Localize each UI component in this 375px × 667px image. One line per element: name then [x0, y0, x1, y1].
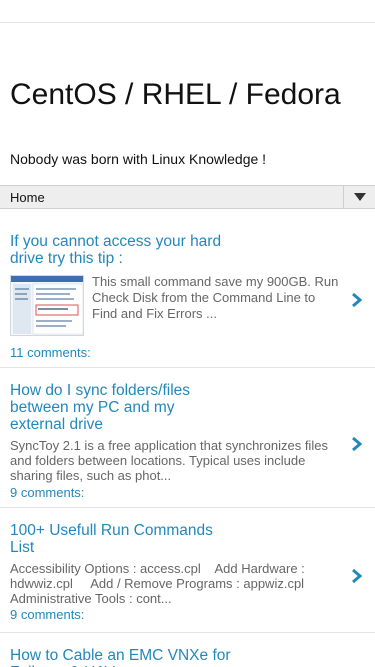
post-comments-link[interactable]: 9 comments:	[10, 485, 84, 500]
post-title-link[interactable]: 100+ Usefull Run Commands List	[10, 522, 230, 556]
nav-bar: Home	[0, 185, 375, 209]
header-divider	[0, 22, 375, 23]
post-title-link[interactable]: How do I sync folders/files between my P…	[10, 382, 210, 433]
screenshot-thumbnail-image	[11, 276, 83, 335]
post-item: How to Cable an EMC VNXe for Failover & …	[0, 633, 375, 667]
chevron-right-icon[interactable]	[351, 436, 363, 452]
chevron-right-icon[interactable]	[351, 568, 363, 584]
post-item: If you cannot access your hard drive try…	[0, 232, 375, 368]
post-item: How do I sync folders/files between my P…	[0, 368, 375, 508]
post-snippet: Accessibility Options : access.cpl Add H…	[10, 561, 309, 606]
nav-menu-toggle[interactable]	[343, 186, 375, 208]
post-comments-link[interactable]: 9 comments:	[10, 607, 84, 622]
post-title-link[interactable]: How to Cable an EMC VNXe for Failover & …	[10, 647, 250, 667]
post-item: 100+ Usefull Run Commands List Accessibi…	[0, 508, 375, 633]
post-snippet: SyncToy 2.1 is a free application that s…	[10, 438, 328, 483]
post-snippet: This small command save my 900GB. Run Ch…	[92, 274, 339, 321]
post-thumbnail[interactable]	[10, 275, 84, 336]
nav-home-link[interactable]: Home	[10, 190, 45, 205]
triangle-down-icon	[354, 193, 366, 201]
blog-title[interactable]: CentOS / RHEL / Fedora	[10, 78, 350, 111]
post-title-link[interactable]: If you cannot access your hard drive try…	[10, 233, 250, 267]
chevron-right-icon[interactable]	[351, 292, 363, 308]
blog-description: Nobody was born with Linux Knowledge !	[10, 151, 267, 167]
post-comments-link[interactable]: 11 comments:	[10, 345, 91, 360]
